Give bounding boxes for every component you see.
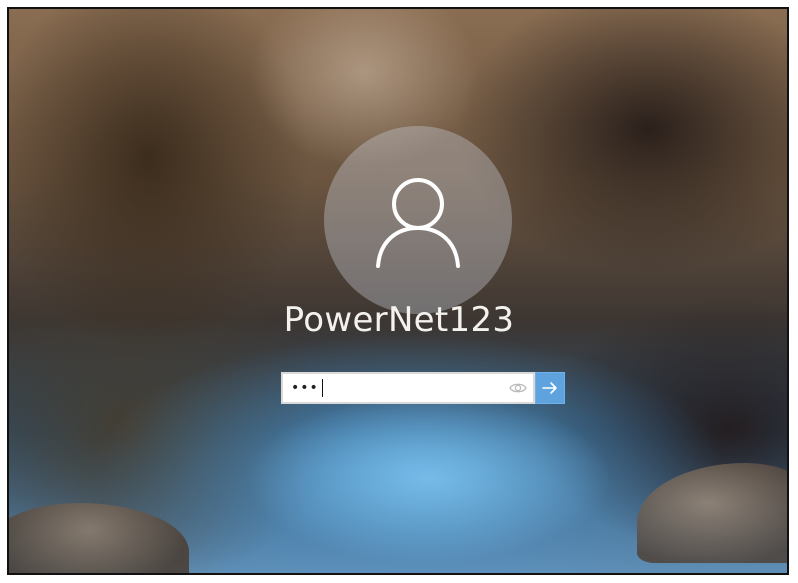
submit-button[interactable]	[535, 372, 565, 404]
password-row: •••	[281, 372, 565, 404]
user-avatar	[324, 126, 512, 314]
text-cursor	[321, 379, 323, 397]
user-icon	[376, 178, 460, 268]
arrow-right-icon	[542, 382, 557, 394]
account-username: PowerNet123	[283, 300, 515, 340]
password-input[interactable]: •••	[281, 372, 535, 404]
eye-icon[interactable]	[509, 380, 527, 396]
password-masked-text: •••	[291, 380, 319, 396]
